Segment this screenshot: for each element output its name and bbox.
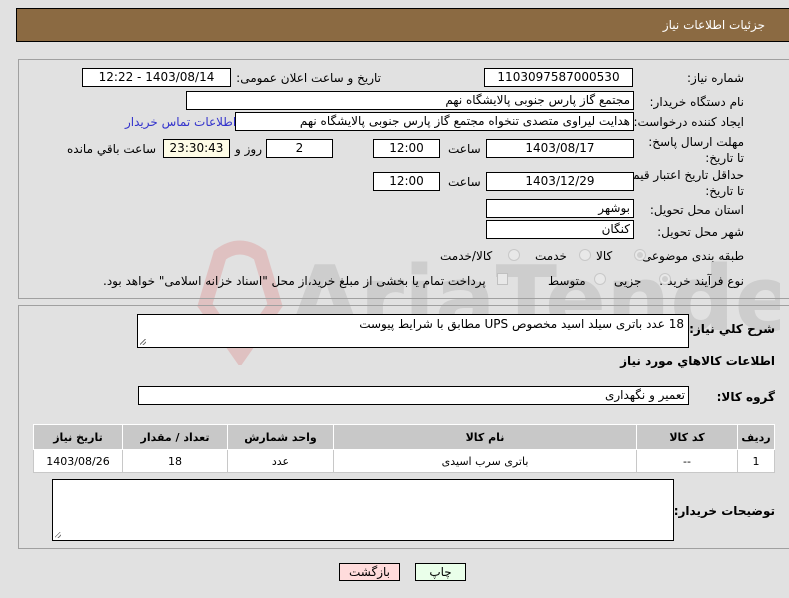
cell-item-code: -- xyxy=(636,449,738,473)
description-text: 18 عدد باتری سیلد اسید مخصوص UPS مطابق ب… xyxy=(359,317,684,331)
category-radio-goods[interactable] xyxy=(634,249,646,261)
cell-need-date: 1403/08/26 xyxy=(33,449,123,473)
need-number-field: 1103097587000530 xyxy=(484,68,633,87)
response-time-label: ساعت xyxy=(448,142,481,156)
treasury-checkbox[interactable] xyxy=(497,273,508,285)
col-quantity: تعداد / مقدار xyxy=(122,424,228,450)
goods-section-title: اطلاعات کالاهاي مورد نياز xyxy=(620,354,775,368)
page-header: جزئیات اطلاعات نیاز xyxy=(16,8,789,42)
category-radio-service[interactable] xyxy=(579,249,591,261)
days-label: روز و xyxy=(235,142,262,156)
category-option-goods-service: کالا/خدمت xyxy=(440,249,493,263)
resize-grip-icon[interactable] xyxy=(55,532,61,538)
announce-datetime-field: 1403/08/14 - 12:22 xyxy=(82,68,231,87)
cell-row-number: 1 xyxy=(737,449,775,473)
city-label: شهر محل تحویل: xyxy=(657,225,744,239)
goods-group-field: تعمیر و نگهداری xyxy=(138,386,689,405)
city-field: کنگان xyxy=(486,220,634,239)
requester-field: هدایت لیراوی متصدی تنخواه مجتمع گاز پارس… xyxy=(235,112,634,131)
description-label: شرح کلي نياز: xyxy=(689,322,775,336)
days-remaining-field: 2 xyxy=(266,139,333,158)
purchase-type-label: نوع فرآیند خرید : xyxy=(659,274,744,288)
table-row: 1 -- باتری سرب اسیدی عدد 18 1403/08/26 xyxy=(33,449,775,473)
treasury-note: پرداخت تمام یا بخشی از مبلغ خرید،از محل … xyxy=(103,274,486,288)
buyer-notes-textarea[interactable] xyxy=(52,479,674,541)
cell-item-name: باتری سرب اسیدی xyxy=(333,449,637,473)
resize-grip-icon[interactable] xyxy=(140,339,146,345)
goods-group-label: گروه کالا: xyxy=(716,390,775,404)
province-label: استان محل تحویل: xyxy=(649,203,744,217)
category-label: طبقه بندی موضوعی: xyxy=(637,249,744,263)
price-time-label: ساعت xyxy=(448,175,481,189)
col-item-code: کد کالا xyxy=(636,424,738,450)
goods-table: ردیف کد کالا نام کالا واحد شمارش تعداد /… xyxy=(33,424,775,473)
print-button[interactable]: چاپ xyxy=(415,563,466,581)
time-remaining-label: ساعت باقي مانده xyxy=(67,142,157,156)
purchase-radio-medium[interactable] xyxy=(594,273,606,285)
col-row-number: ردیف xyxy=(737,424,775,450)
price-validity-time: 12:00 xyxy=(373,172,440,191)
purchase-radio-minor[interactable] xyxy=(659,273,671,285)
purchase-option-minor: جزیی xyxy=(614,274,642,288)
buyer-org-label: نام دستگاه خریدار: xyxy=(649,95,745,109)
purchase-option-medium: متوسط xyxy=(548,274,586,288)
cell-unit: عدد xyxy=(227,449,334,473)
province-field: بوشهر xyxy=(486,199,634,218)
col-need-date: تاریخ نیاز xyxy=(33,424,123,450)
category-option-goods: کالا xyxy=(596,249,613,263)
col-unit: واحد شمارش xyxy=(227,424,334,450)
buyer-notes-label: توضیحات خریدار: xyxy=(673,504,775,518)
response-deadline-time: 12:00 xyxy=(373,139,440,158)
announce-datetime-label: تاریخ و ساعت اعلان عمومی: xyxy=(236,71,381,85)
buyer-org-field: مجتمع گاز پارس جنوبی پالایشگاه نهم xyxy=(186,91,634,110)
buyer-contact-link[interactable]: اطلاعات تماس خریدار xyxy=(125,115,236,129)
table-header-row: ردیف کد کالا نام کالا واحد شمارش تعداد /… xyxy=(33,424,775,450)
description-textarea[interactable]: 18 عدد باتری سیلد اسید مخصوص UPS مطابق ب… xyxy=(137,314,689,348)
back-button[interactable]: بازگشت xyxy=(339,563,400,581)
category-option-service: خدمت xyxy=(535,249,567,263)
time-remaining-field: 23:30:43 xyxy=(163,139,230,158)
response-deadline-date: 1403/08/17 xyxy=(486,139,634,158)
cell-quantity: 18 xyxy=(122,449,228,473)
price-validity-date: 1403/12/29 xyxy=(486,172,634,191)
requester-label: ایجاد کننده درخواست: xyxy=(633,115,744,129)
category-radio-goods-service[interactable] xyxy=(508,249,520,261)
response-deadline-label: مهلت ارسال پاسخ: تا تاریخ: xyxy=(648,135,744,165)
need-number-label: شماره نیاز: xyxy=(687,71,744,85)
page-title: جزئیات اطلاعات نیاز xyxy=(662,18,765,32)
col-item-name: نام کالا xyxy=(333,424,637,450)
